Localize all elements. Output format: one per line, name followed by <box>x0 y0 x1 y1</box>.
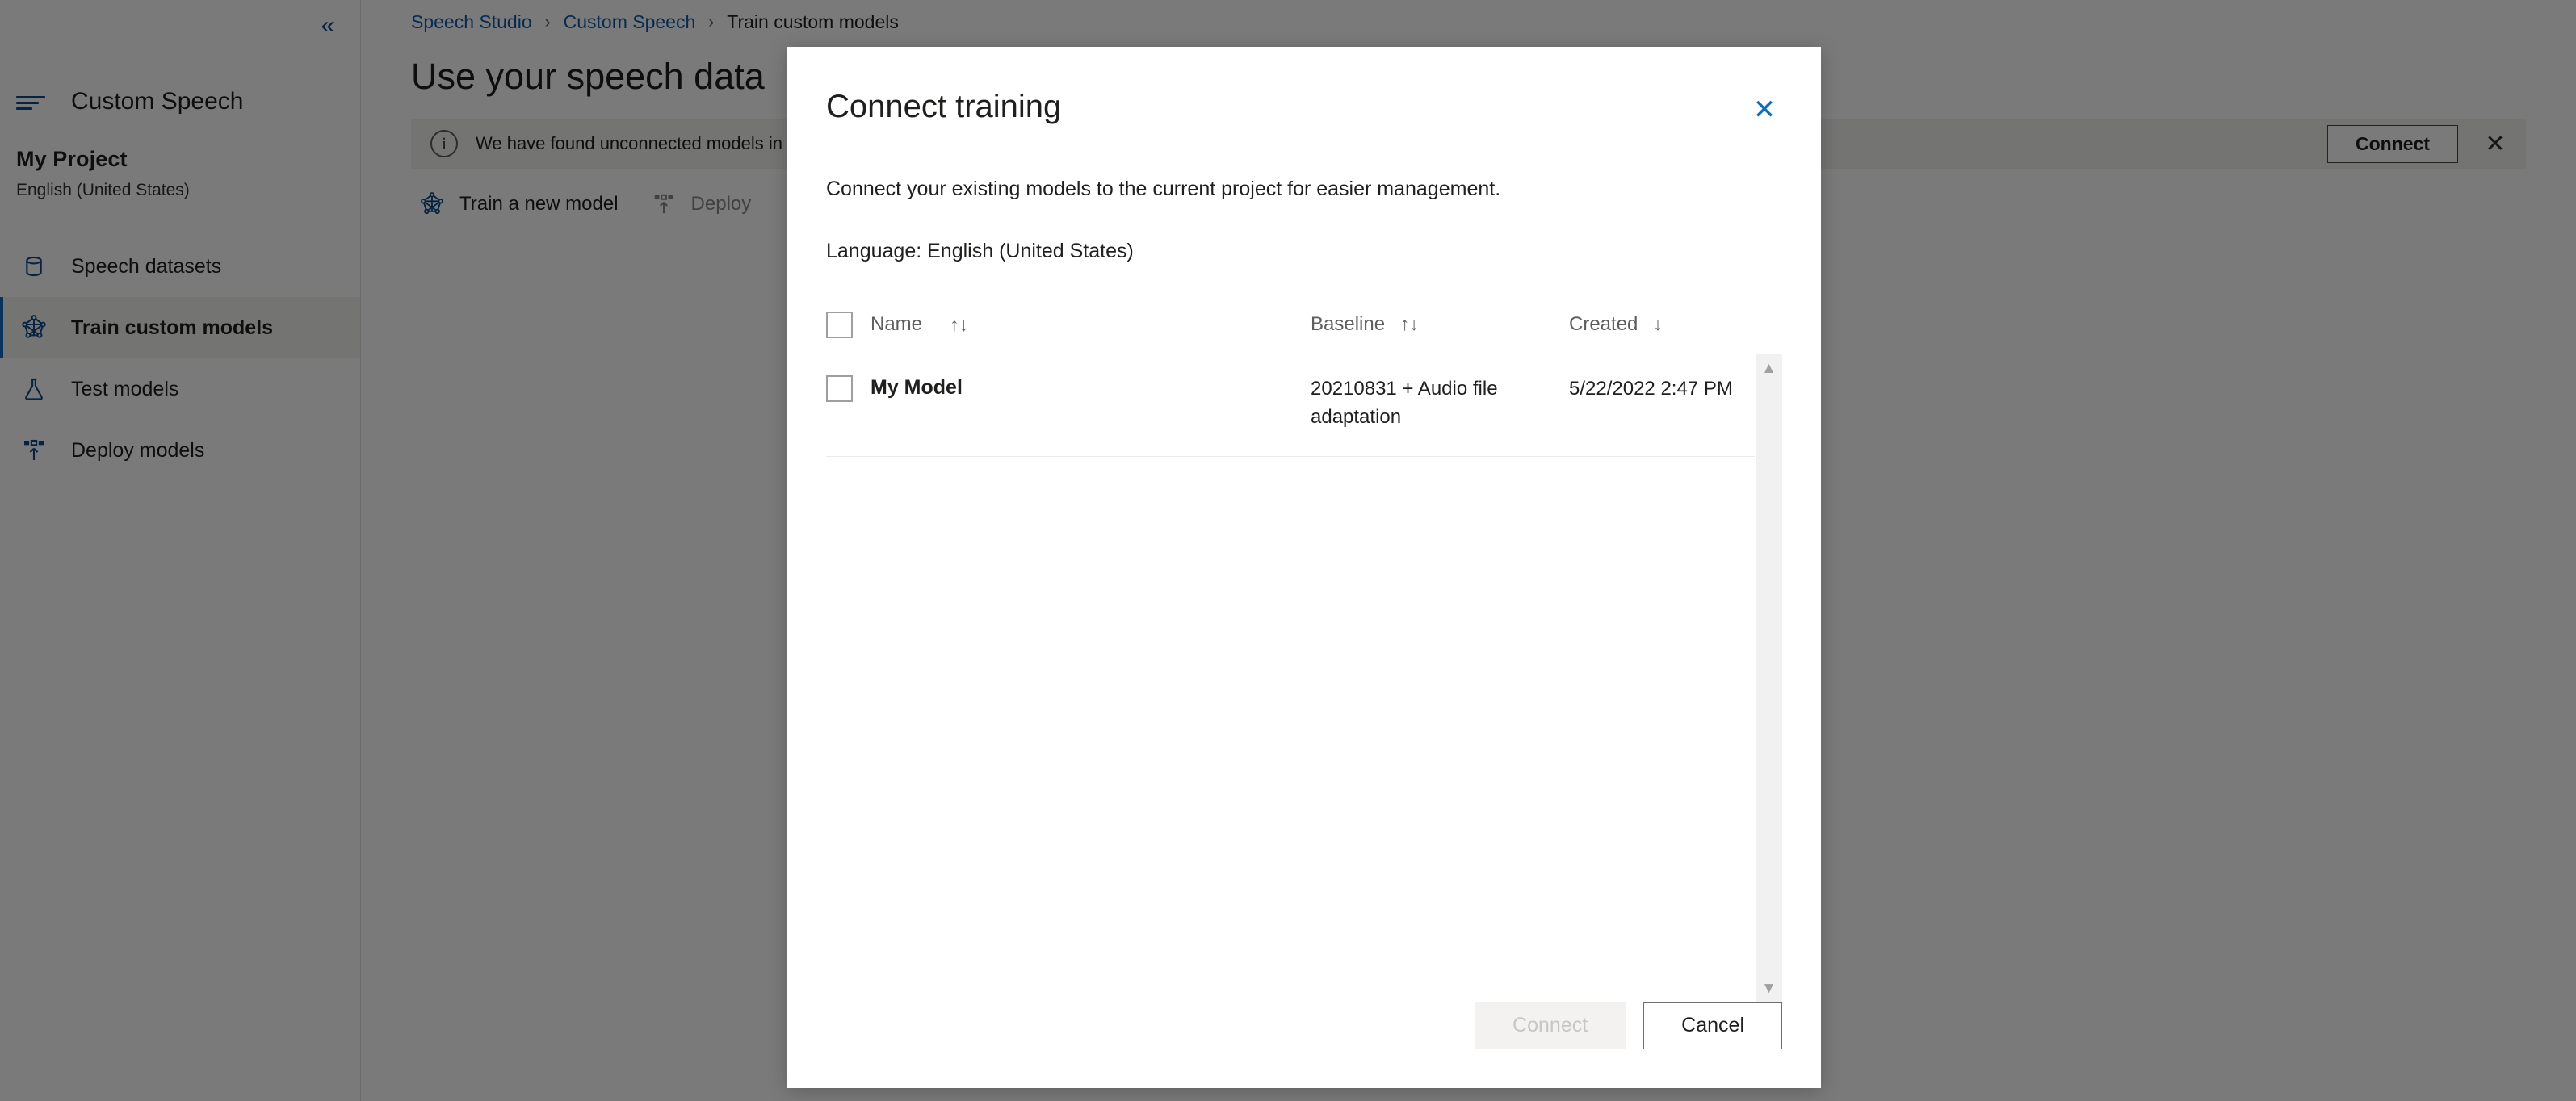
model-created: 5/22/2022 2:47 PM <box>1569 378 1733 400</box>
table-body: My Model 20210831 + Audio file adaptatio… <box>826 354 1755 1002</box>
connect-training-dialog: Connect training ✕ Connect your existing… <box>787 47 1821 1088</box>
scroll-down-icon[interactable]: ▼ <box>1756 974 1782 1002</box>
dialog-title: Connect training <box>826 89 1062 124</box>
dialog-connect-button: Connect <box>1475 1002 1626 1049</box>
table-vertical-scrollbar[interactable]: ▲ ▼ <box>1755 354 1782 1002</box>
dialog-language-label: Language: English (United States) <box>826 240 1134 262</box>
dialog-body: Connect your existing models to the curr… <box>787 131 1821 1002</box>
scroll-up-icon[interactable]: ▲ <box>1756 354 1782 382</box>
column-header-label: Created <box>1569 313 1638 335</box>
model-name: My Model <box>871 376 963 399</box>
table-header-row: Name ↑↓ Baseline ↑↓ Created ↓ <box>826 304 1782 354</box>
column-header-name[interactable]: Name ↑↓ <box>826 311 1311 338</box>
column-header-created[interactable]: Created ↓ <box>1569 313 1782 336</box>
dialog-description: Connect your existing models to the curr… <box>826 178 1501 200</box>
dialog-cancel-button[interactable]: Cancel <box>1643 1002 1782 1049</box>
models-table: Name ↑↓ Baseline ↑↓ Created ↓ My Model 2… <box>826 304 1782 1002</box>
select-all-checkbox[interactable] <box>826 311 853 338</box>
cell-name: My Model <box>826 375 1311 402</box>
column-header-label: Baseline <box>1311 313 1386 335</box>
table-scroll-region: My Model 20210831 + Audio file adaptatio… <box>826 354 1782 1002</box>
column-header-baseline[interactable]: Baseline ↑↓ <box>1311 313 1569 336</box>
model-baseline: 20210831 + Audio file adaptation <box>1311 378 1498 428</box>
dialog-footer: Connect Cancel <box>787 1002 1821 1088</box>
sort-toggle-icon[interactable]: ↑↓ <box>1400 313 1419 334</box>
table-row[interactable]: My Model 20210831 + Audio file adaptatio… <box>826 354 1755 457</box>
dialog-header: Connect training ✕ <box>787 47 1821 131</box>
close-icon[interactable]: ✕ <box>1743 89 1785 131</box>
column-header-label: Name <box>871 313 923 335</box>
row-select-checkbox[interactable] <box>826 375 853 402</box>
sort-descending-icon[interactable]: ↓ <box>1653 313 1663 334</box>
sort-toggle-icon[interactable]: ↑↓ <box>950 314 968 336</box>
